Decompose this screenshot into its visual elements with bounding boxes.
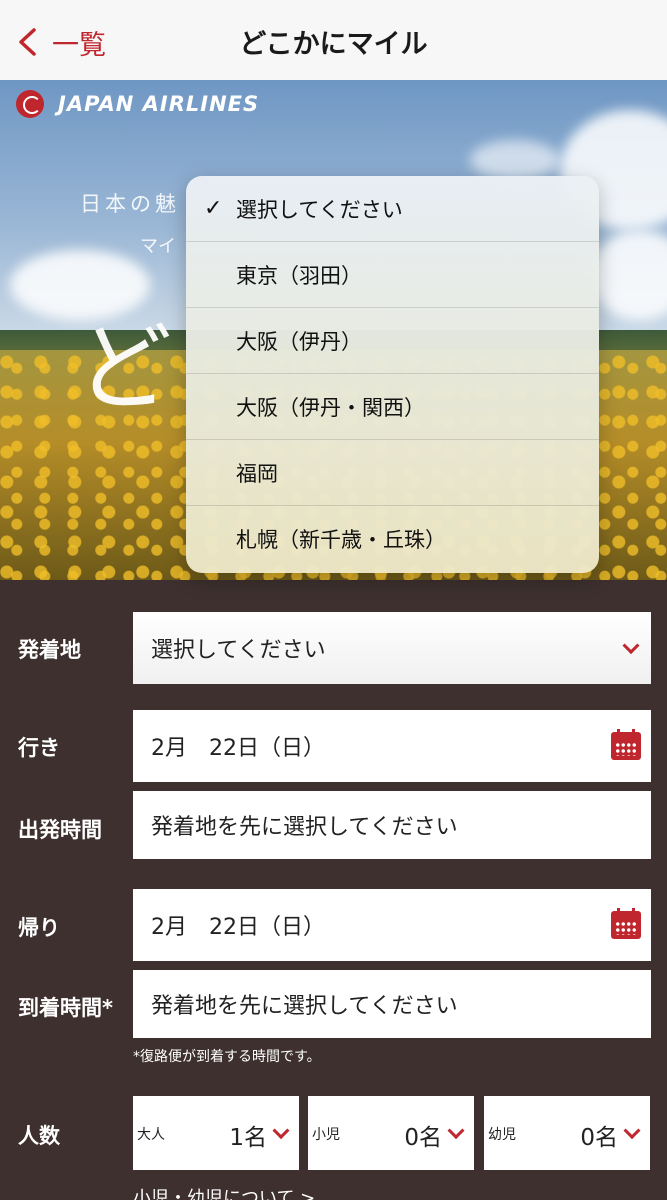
picker-option[interactable]: 札幌（新千歳・丘珠） [186, 506, 599, 572]
page-title: どこかにマイル [239, 29, 428, 60]
child-value: 0名 [404, 1125, 442, 1151]
chevron-down-icon [622, 637, 640, 655]
navigation-bar: 一覧 どこかにマイル [0, 0, 667, 80]
outbound-date-field[interactable]: 2月 22日（日） [133, 710, 651, 782]
infant-count-select[interactable]: 幼児 0名 [484, 1096, 650, 1170]
origin-label: 発着地 [18, 638, 81, 662]
picker-option[interactable]: 福岡 [186, 440, 599, 506]
chevron-down-icon [623, 1122, 641, 1140]
arrival-time-value: 発着地を先に選択してください [151, 994, 458, 1019]
cloud-decoration [590, 230, 667, 320]
adult-value: 1名 [229, 1125, 267, 1151]
child-info-link[interactable]: 小児・幼児について > [133, 1184, 315, 1200]
option-label: 福岡 [236, 461, 278, 486]
hero-subtagline: マイ [140, 236, 176, 257]
arrival-time-note: *復路便が到着する時間です。 [133, 1049, 321, 1065]
calendar-icon[interactable] [611, 729, 641, 760]
arrival-time-field[interactable]: 発着地を先に選択してください [133, 970, 651, 1038]
return-date-value: 2月 22日（日） [151, 915, 325, 940]
child-count-select[interactable]: 小児 0名 [308, 1096, 474, 1170]
picker-option[interactable]: 大阪（伊丹） [186, 308, 599, 374]
child-label: 小児 [312, 1127, 340, 1143]
outbound-label: 行き [18, 736, 60, 760]
origin-picker-popup[interactable]: ✓ 選択してください 東京（羽田） 大阪（伊丹） 大阪（伊丹・関西） 福岡 札幌… [186, 176, 599, 573]
option-label: 大阪（伊丹） [236, 329, 362, 354]
origin-select[interactable]: 選択してください [133, 612, 651, 684]
checkmark-icon: ✓ [204, 196, 223, 221]
departure-time-value: 発着地を先に選択してください [151, 815, 458, 840]
brand-name: JAPAN AIRLINES [58, 92, 260, 116]
infant-value: 0名 [580, 1125, 618, 1151]
jal-crane-logo-icon [16, 90, 44, 118]
picker-option[interactable]: 大阪（伊丹・関西） [186, 374, 599, 440]
option-label: 大阪（伊丹・関西） [236, 395, 425, 420]
adult-label: 大人 [137, 1127, 165, 1143]
option-label: 札幌（新千歳・丘珠） [236, 528, 446, 552]
calendar-icon[interactable] [611, 908, 641, 939]
chevron-down-icon [272, 1122, 290, 1140]
option-label: 東京（羽田） [236, 263, 362, 288]
hero-tagline: 日本の魅 [80, 192, 180, 216]
chevron-down-icon [447, 1122, 465, 1140]
picker-option[interactable]: 東京（羽田） [186, 242, 599, 308]
arrival-time-label: 到着時間* [18, 996, 113, 1020]
infant-label: 幼児 [488, 1127, 516, 1143]
hero-headline: ど [76, 312, 172, 424]
origin-value: 選択してください [151, 638, 326, 663]
departure-time-field[interactable]: 発着地を先に選択してください [133, 791, 651, 859]
return-date-field[interactable]: 2月 22日（日） [133, 889, 651, 961]
jal-brand: JAPAN AIRLINES [16, 90, 259, 118]
departure-time-label: 出発時間 [18, 818, 102, 842]
passengers-label: 人数 [18, 1124, 60, 1148]
outbound-date-value: 2月 22日（日） [151, 736, 325, 761]
cloud-decoration [470, 140, 560, 180]
return-label: 帰り [18, 916, 60, 940]
picker-option[interactable]: ✓ 選択してください [186, 176, 599, 242]
option-label: 選択してください [236, 197, 403, 222]
adult-count-select[interactable]: 大人 1名 [133, 1096, 299, 1170]
